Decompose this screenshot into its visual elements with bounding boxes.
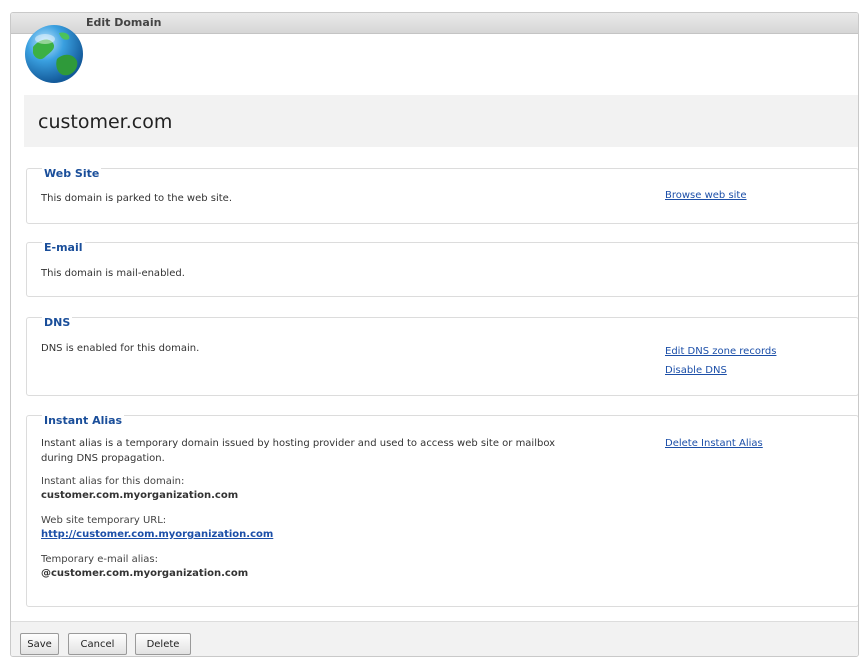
dns-description: DNS is enabled for this domain. [41,343,200,354]
dns-section: DNS DNS is enabled for this domain. Edit… [26,316,858,396]
delete-button[interactable]: Delete [135,633,191,655]
instant-alias-value: customer.com.myorganization.com [41,490,239,501]
instant-alias-description-line2: during DNS propagation. [41,453,165,464]
browse-web-site-link[interactable]: Browse web site [665,190,747,201]
instant-alias-section: Instant Alias Instant alias is a tempora… [26,414,858,607]
edit-dns-zone-records-link[interactable]: Edit DNS zone records [665,346,776,357]
temporary-url-label: Web site temporary URL: [41,515,167,526]
email-section: E-mail This domain is mail-enabled. [26,241,858,297]
title-bar: Edit Domain [11,13,858,34]
instant-alias-title: Instant Alias [42,414,125,427]
edit-domain-panel: Edit Domain customer.com Web Site This d… [10,12,859,657]
email-description: This domain is mail-enabled. [41,268,185,279]
cancel-button[interactable]: Cancel [68,633,127,655]
button-bar: Save Cancel Delete [11,621,858,656]
temporary-email-label: Temporary e-mail alias: [41,554,158,565]
web-site-description: This domain is parked to the web site. [41,193,233,204]
web-site-section: Web Site This domain is parked to the we… [26,167,858,224]
delete-instant-alias-link[interactable]: Delete Instant Alias [665,438,763,449]
temporary-url-link[interactable]: http://customer.com.myorganization.com [41,529,273,540]
email-title: E-mail [42,241,85,254]
domain-name: customer.com [38,111,173,133]
instant-alias-description-line1: Instant alias is a temporary domain issu… [41,438,556,449]
globe-icon [25,25,83,83]
instant-alias-label: Instant alias for this domain: [41,476,185,487]
disable-dns-link[interactable]: Disable DNS [665,365,727,376]
dns-title: DNS [42,316,73,329]
window-title: Edit Domain [86,16,162,29]
web-site-title: Web Site [42,167,102,180]
save-button[interactable]: Save [20,633,59,655]
domain-header: customer.com [24,95,858,147]
temporary-email-value: @customer.com.myorganization.com [41,568,249,579]
